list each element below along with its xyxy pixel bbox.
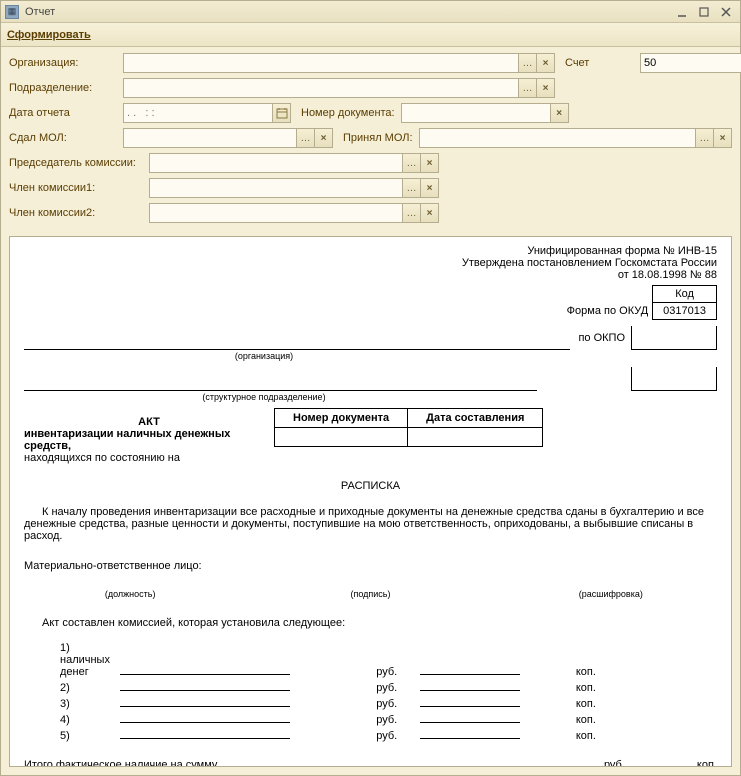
- org-line: [24, 336, 570, 350]
- prinyal-label: Принял МОЛ:: [343, 132, 413, 144]
- total-label: Итого фактическое наличие на сумму: [24, 759, 217, 767]
- maximize-button[interactable]: [694, 4, 714, 20]
- member2-clear-button[interactable]: ×: [421, 203, 439, 223]
- mol-label: Материально-ответственное лицо:: [24, 560, 717, 572]
- date-label: Дата отчета: [9, 107, 123, 119]
- akt-asof: находящихся по состоянию на: [24, 452, 274, 464]
- akt-heading: АКТ: [24, 416, 274, 428]
- sdal-clear-button[interactable]: ×: [315, 128, 333, 148]
- code-header: Код: [653, 286, 717, 303]
- form-approved-date: от 18.08.1998 № 88: [24, 269, 717, 281]
- minimize-button[interactable]: [672, 4, 692, 20]
- org-label: Организация:: [9, 57, 123, 69]
- member1-clear-button[interactable]: ×: [421, 178, 439, 198]
- prinyal-choose-button[interactable]: …: [696, 128, 714, 148]
- prinyal-input[interactable]: [419, 128, 696, 148]
- dept-input[interactable]: [123, 78, 519, 98]
- commission-text: Акт составлен комиссией, которая установ…: [24, 617, 717, 629]
- akt-sub: инвентаризации наличных денежных средств…: [24, 428, 274, 452]
- org-input[interactable]: [123, 53, 519, 73]
- org-choose-button[interactable]: …: [519, 53, 537, 73]
- sig-sign: (подпись): [264, 589, 476, 599]
- toolbar: Сформировать: [1, 23, 740, 47]
- money-row-1-num: 1) наличных денег: [56, 641, 114, 679]
- window-title: Отчет: [25, 6, 55, 18]
- okpo-label: по ОКПО: [578, 332, 625, 344]
- docnum-label: Номер документа:: [301, 107, 395, 119]
- dept-box: [631, 367, 717, 391]
- member2-label: Член комиссии2:: [9, 207, 149, 219]
- document-preview[interactable]: Унифицированная форма № ИНВ-15 Утвержден…: [9, 236, 732, 767]
- sdal-label: Сдал МОЛ:: [9, 132, 123, 144]
- okpo-box: [631, 326, 717, 350]
- chairman-input[interactable]: [149, 153, 403, 173]
- date-calendar-button[interactable]: [273, 103, 291, 123]
- dept-choose-button[interactable]: …: [519, 78, 537, 98]
- member1-input[interactable]: [149, 178, 403, 198]
- form-title: Унифицированная форма № ИНВ-15: [24, 245, 717, 257]
- member1-choose-button[interactable]: …: [403, 178, 421, 198]
- okud-label: Форма по ОКУД: [557, 303, 653, 320]
- date-input[interactable]: [123, 103, 273, 123]
- generate-button[interactable]: Сформировать: [7, 29, 91, 41]
- body-text: К началу проведения инвентаризации все р…: [24, 506, 717, 542]
- code-table: Код Форма по ОКУД0317013: [557, 285, 717, 320]
- sig-position: (должность): [24, 589, 236, 599]
- filter-form: Организация: … × Счет … × Подразделение:…: [1, 47, 740, 236]
- chairman-label: Председатель комиссии:: [9, 157, 149, 169]
- docnum-header: Номер документа: [275, 409, 408, 428]
- docnum-clear-button[interactable]: ×: [551, 103, 569, 123]
- money-table: 1) наличных денег руб. коп. 2)руб.коп. 3…: [54, 639, 614, 745]
- org-caption: (организация): [24, 351, 504, 361]
- chairman-clear-button[interactable]: ×: [421, 153, 439, 173]
- dept-label: Подразделение:: [9, 82, 123, 94]
- member2-choose-button[interactable]: …: [403, 203, 421, 223]
- member1-label: Член комиссии1:: [9, 182, 149, 194]
- okud-code: 0317013: [653, 303, 717, 320]
- sdal-choose-button[interactable]: …: [297, 128, 315, 148]
- org-clear-button[interactable]: ×: [537, 53, 555, 73]
- dept-line: [24, 377, 537, 391]
- dept-clear-button[interactable]: ×: [537, 78, 555, 98]
- account-input[interactable]: [640, 53, 741, 73]
- dept-caption: (структурное подразделение): [24, 392, 504, 402]
- chairman-choose-button[interactable]: …: [403, 153, 421, 173]
- sig-decipher: (расшифровка): [505, 589, 717, 599]
- raspiska-heading: РАСПИСКА: [24, 480, 717, 492]
- docdate-header: Дата составления: [408, 409, 543, 428]
- docnum-input[interactable]: [401, 103, 551, 123]
- sdal-input[interactable]: [123, 128, 297, 148]
- member2-input[interactable]: [149, 203, 403, 223]
- prinyal-clear-button[interactable]: ×: [714, 128, 732, 148]
- titlebar: ▦ Отчет: [1, 1, 740, 23]
- doc-num-date-table: Номер документа Дата составления: [274, 408, 543, 447]
- report-icon: ▦: [5, 5, 19, 19]
- form-approved: Утверждена постановлением Госкомстата Ро…: [24, 257, 717, 269]
- close-button[interactable]: [716, 4, 736, 20]
- account-label: Счет: [565, 57, 589, 69]
